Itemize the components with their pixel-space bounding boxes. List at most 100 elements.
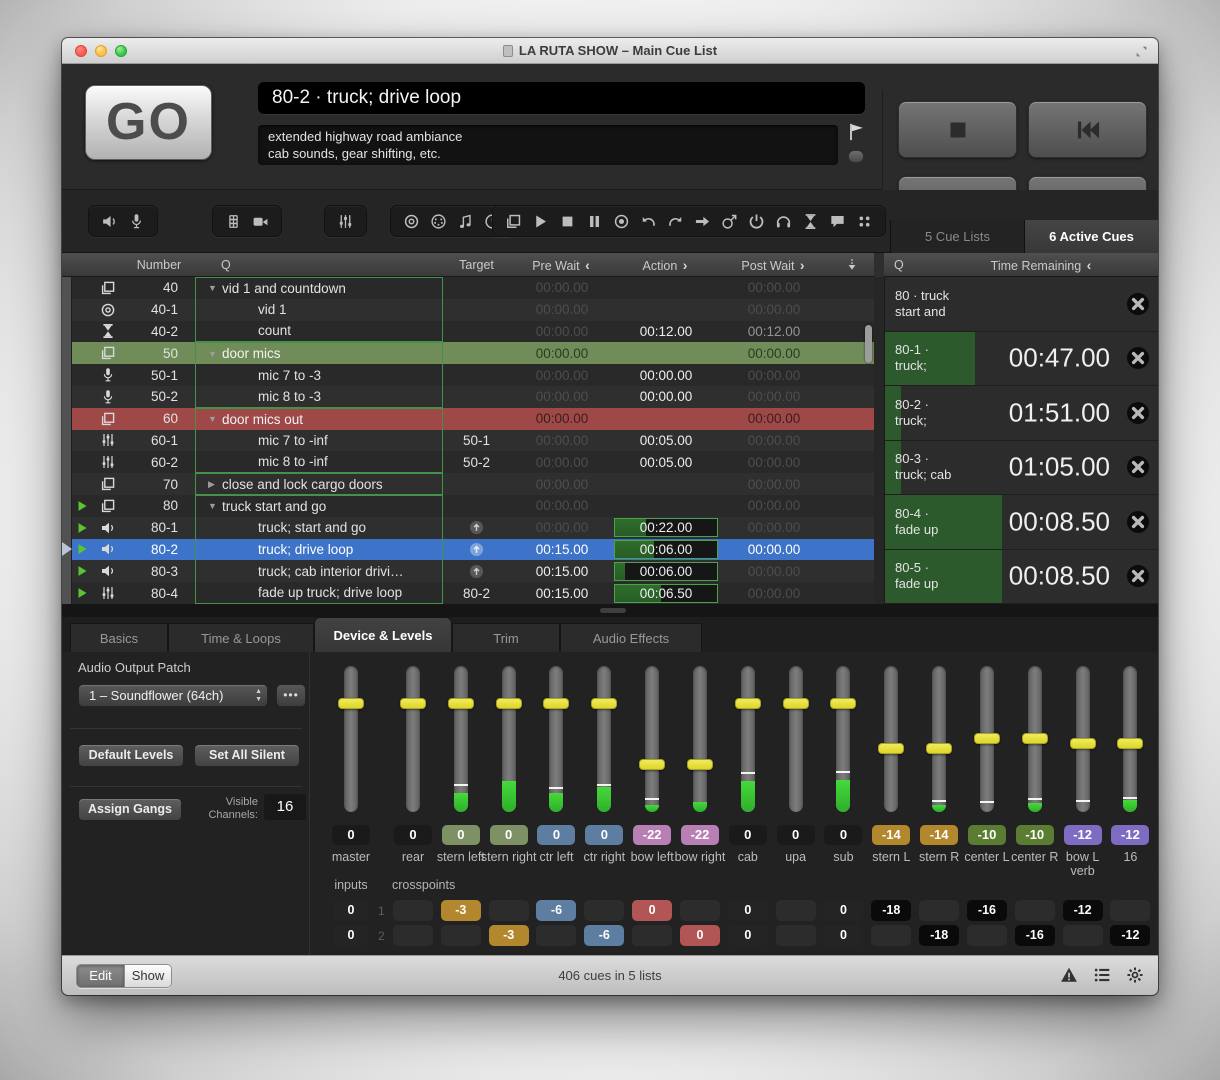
fader-handle[interactable] (338, 698, 364, 709)
cue-row-40[interactable]: 40▼vid 1 and countdown00:00.0000:00.00 (62, 277, 874, 299)
crosspoint-cell[interactable]: -6 (584, 925, 624, 946)
cue-row-80-4[interactable]: 80-4fade up truck; drive loop80-200:15.0… (62, 582, 874, 604)
input-level-1[interactable]: 0 (334, 900, 368, 921)
devamp-icon[interactable] (721, 213, 738, 230)
crosspoint-cell[interactable] (1063, 925, 1103, 946)
crosspoint-cell[interactable] (680, 900, 720, 921)
crosspoint-cell[interactable] (393, 925, 433, 946)
col-pre-wait[interactable]: Pre Wait ‹ (510, 253, 614, 277)
tab-basics[interactable]: Basics (70, 623, 168, 652)
cue-row-80-2[interactable]: 80-2truck; drive loop00:15.0000:06.0000:… (62, 539, 874, 561)
speaker-icon[interactable] (101, 213, 118, 230)
fader-handle[interactable] (735, 698, 761, 709)
active-cue-row-4[interactable]: 80-4 ·fade up00:08.50 (885, 495, 1158, 550)
cue-row-60-1[interactable]: 60-1mic 7 to -inf50-100:00.0000:05.0000:… (62, 430, 874, 452)
fader-track[interactable] (502, 666, 516, 812)
fader-track[interactable] (406, 666, 420, 812)
fader-handle[interactable] (974, 733, 1000, 744)
crosspoint-cell[interactable] (776, 925, 816, 946)
fader-track[interactable] (597, 666, 611, 812)
arrow-icon[interactable] (694, 213, 711, 230)
disclosure-expanded-icon[interactable]: ▼ (196, 501, 218, 511)
rewind-button[interactable] (1028, 101, 1147, 158)
col-follow[interactable] (830, 253, 874, 277)
fader-handle[interactable] (830, 698, 856, 709)
crosspoint-cell[interactable] (919, 900, 959, 921)
fader-handle[interactable] (878, 743, 904, 754)
crosspoint-cell[interactable]: 0 (728, 925, 768, 946)
mic-icon[interactable] (128, 213, 145, 230)
dots-icon[interactable] (856, 213, 873, 230)
group-icon[interactable] (505, 213, 522, 230)
fader-value[interactable]: -12 (1111, 825, 1149, 845)
cue-row-40-2[interactable]: 40-2count00:00.0000:12.0000:12.00 (62, 321, 874, 343)
fader-handle[interactable] (783, 698, 809, 709)
crosspoint-cell[interactable] (632, 925, 672, 946)
crosspoint-cell[interactable]: 0 (680, 925, 720, 946)
memo-icon[interactable] (829, 213, 846, 230)
stop-cue-x-icon[interactable] (1126, 455, 1150, 479)
fader-track[interactable] (549, 666, 563, 812)
crosspoint-cell[interactable]: -12 (1063, 900, 1103, 921)
active-cue-row-2[interactable]: 80-2 ·truck;01:51.00 (885, 386, 1158, 441)
fader-handle[interactable] (496, 698, 522, 709)
fader-track[interactable] (884, 666, 898, 812)
fader-track[interactable] (454, 666, 468, 812)
disclosure-expanded-icon[interactable]: ▼ (196, 414, 218, 424)
crosspoint-cell[interactable]: -3 (489, 925, 529, 946)
crosspoint-cell[interactable]: 0 (728, 900, 768, 921)
crosspoint-cell[interactable] (871, 925, 911, 946)
crosspoint-cell[interactable]: -18 (871, 900, 911, 921)
midi-icon[interactable] (430, 213, 447, 230)
fader-value[interactable]: 0 (729, 825, 767, 845)
cue-notes[interactable]: extended highway road ambiance cab sound… (258, 125, 838, 165)
crosspoint-cell[interactable]: -16 (967, 900, 1007, 921)
col-number[interactable]: Number (128, 253, 190, 277)
fader-value[interactable]: -14 (920, 825, 958, 845)
fader-handle[interactable] (926, 743, 952, 754)
crosspoint-cell[interactable] (536, 925, 576, 946)
play-icon[interactable] (532, 213, 549, 230)
stop-icon[interactable] (559, 213, 576, 230)
cue-row-80[interactable]: 80▼truck start and go00:00.0000:00.00 (62, 495, 874, 517)
fader-handle[interactable] (448, 698, 474, 709)
note-icon[interactable] (457, 213, 474, 230)
active-cue-row-0[interactable]: 80 · truckstart and (885, 277, 1158, 332)
crosspoint-cell[interactable]: 0 (823, 900, 863, 921)
active-cue-row-3[interactable]: 80-3 ·truck; cab01:05.00 (885, 441, 1158, 496)
fader-handle[interactable] (1070, 738, 1096, 749)
fader-handle[interactable] (639, 759, 665, 770)
fader-handle[interactable] (400, 698, 426, 709)
fader-track[interactable] (741, 666, 755, 812)
fader-value[interactable]: -10 (1016, 825, 1054, 845)
crosspoint-cell[interactable] (967, 925, 1007, 946)
crosspoint-cell[interactable]: -16 (1015, 925, 1055, 946)
go-button[interactable]: GO (85, 85, 212, 160)
col-post-wait[interactable]: Post Wait › (718, 253, 830, 277)
fader-value[interactable]: -10 (968, 825, 1006, 845)
flag-toggle[interactable] (848, 150, 864, 163)
active-cue-row-1[interactable]: 80-1 ·truck;00:47.00 (885, 332, 1158, 387)
crosspoint-cell[interactable] (1110, 900, 1150, 921)
crosspoint-cell[interactable]: -12 (1110, 925, 1150, 946)
crosspoint-cell[interactable] (776, 900, 816, 921)
splitter-grip[interactable] (600, 608, 626, 613)
fade-icon[interactable] (337, 213, 354, 230)
hourglass-icon[interactable] (802, 213, 819, 230)
input-level-2[interactable]: 0 (334, 925, 368, 946)
cue-row-70[interactable]: 70▶close and lock cargo doors00:00.0000:… (62, 473, 874, 495)
tab-trim[interactable]: Trim (452, 623, 560, 652)
active-cue-row-5[interactable]: 80-5 ·fade up00:08.50 (885, 550, 1158, 605)
headphone-icon[interactable] (775, 213, 792, 230)
fader-value[interactable]: -12 (1064, 825, 1102, 845)
fader-handle[interactable] (1117, 738, 1143, 749)
tab-cue-lists[interactable]: 5 Cue Lists (890, 220, 1024, 253)
fader-handle[interactable] (591, 698, 617, 709)
fader-value[interactable]: -22 (633, 825, 671, 845)
stop-cue-x-icon[interactable] (1126, 292, 1150, 316)
fader-value[interactable]: -22 (681, 825, 719, 845)
cue-list-scrollbar[interactable] (865, 325, 872, 363)
cue-row-50-2[interactable]: 50-2mic 8 to -300:00.0000:00.0000:00.00 (62, 386, 874, 408)
warning-icon[interactable] (1060, 966, 1078, 984)
gear-icon[interactable] (1126, 966, 1144, 984)
